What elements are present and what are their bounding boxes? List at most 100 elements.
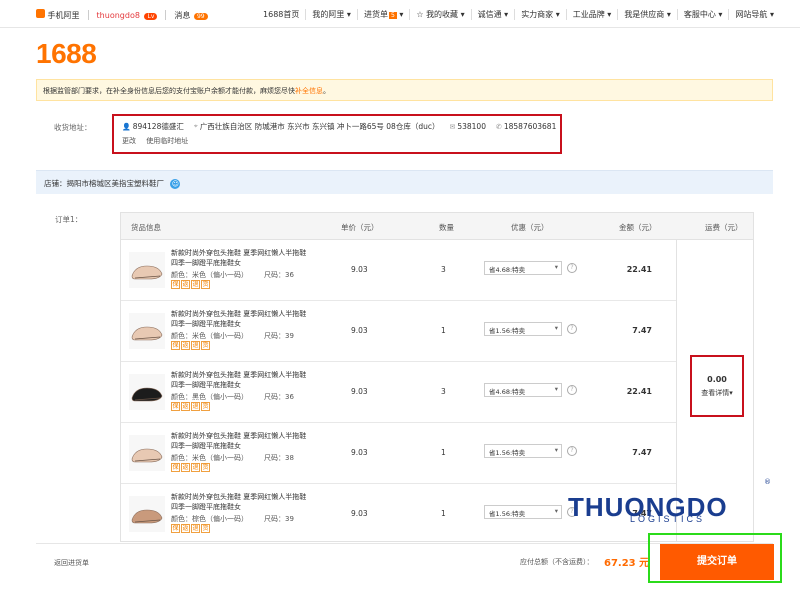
product-size: 尺码：39 bbox=[264, 515, 294, 523]
product-thumbnail[interactable] bbox=[129, 374, 165, 410]
shop-name[interactable]: 店铺：揭阳市榕城区美指宝塑料鞋厂 bbox=[44, 179, 164, 188]
product-title[interactable]: 新款时尚外穿包头拖鞋 夏季网红懒人半拖鞋 四季一脚蹬平底拖鞋女 bbox=[171, 309, 311, 329]
nav-link-strong-merchants[interactable]: 实力商家 ▾ bbox=[515, 9, 567, 20]
header-product: 货品信息 bbox=[131, 223, 161, 232]
product-spec: 颜色：米色（偏小一码） 尺码：39 bbox=[171, 331, 294, 341]
nav-link-service-center[interactable]: 客服中心 ▾ bbox=[678, 9, 730, 20]
service-tag-icon[interactable]: 货 bbox=[201, 280, 210, 289]
product-title[interactable]: 新款时尚外穿包头拖鞋 夏季网红懒人半拖鞋 四季一脚蹬平底拖鞋女 bbox=[171, 431, 311, 451]
line-amount: 22.41 bbox=[626, 387, 652, 396]
service-tag-icon[interactable]: 退 bbox=[191, 280, 200, 289]
discount-select[interactable]: 省4.68:特卖 bbox=[484, 261, 562, 275]
change-address-link[interactable]: 更改 bbox=[122, 137, 136, 145]
star-icon: ☆ bbox=[416, 10, 424, 19]
mobile-ali-label: 手机阿里 bbox=[47, 11, 80, 20]
product-size: 尺码：36 bbox=[264, 271, 294, 279]
product-title[interactable]: 新款时尚外穿包头拖鞋 夏季网红懒人半拖鞋 四季一脚蹬平底拖鞋女 bbox=[171, 248, 311, 268]
user-menu[interactable]: thuongdo8 Lv bbox=[97, 11, 158, 20]
brand-logo[interactable]: 1688 bbox=[36, 38, 97, 70]
postal-code: 538100 bbox=[457, 122, 486, 131]
use-temp-address-link[interactable]: 使用临时地址 bbox=[146, 137, 188, 145]
product-thumbnail[interactable] bbox=[129, 496, 165, 532]
unit-price: 9.03 bbox=[351, 265, 368, 274]
discount-select[interactable]: 省4.68:特卖 bbox=[484, 383, 562, 397]
address-actions: 更改 使用临时地址 bbox=[122, 136, 552, 146]
messages-count-badge: 99 bbox=[193, 12, 208, 20]
service-tag-icon[interactable]: 保 bbox=[171, 524, 180, 533]
order-label: 订单1： bbox=[55, 215, 83, 224]
nav-link-cart[interactable]: 进货单 5 ▾ bbox=[358, 9, 411, 20]
nav-link-favorites[interactable]: ☆ 我的收藏 ▾ bbox=[410, 9, 472, 20]
quantity: 1 bbox=[441, 326, 446, 335]
service-tag-icon[interactable]: 退 bbox=[191, 402, 200, 411]
service-tag-icon[interactable]: 退 bbox=[191, 341, 200, 350]
service-tag-icon[interactable]: 返 bbox=[181, 402, 190, 411]
nav-label: 我是供应商 bbox=[624, 10, 665, 19]
product-thumbnail[interactable] bbox=[129, 313, 165, 349]
product-title[interactable]: 新款时尚外穿包头拖鞋 夏季网红懒人半拖鞋 四季一脚蹬平底拖鞋女 bbox=[171, 370, 311, 390]
discount-select[interactable]: 省1.56:特卖 bbox=[484, 322, 562, 336]
nav-label: 我的阿里 bbox=[312, 10, 345, 19]
help-icon[interactable]: ? bbox=[567, 446, 577, 456]
unit-price: 9.03 bbox=[351, 387, 368, 396]
service-tags: 保返退货 bbox=[171, 463, 210, 472]
service-tag-icon[interactable]: 货 bbox=[201, 463, 210, 472]
top-navigation: 手机阿里 thuongdo8 Lv 消息 99 1688首页 我的阿里 ▾ 进货… bbox=[0, 0, 800, 28]
shipping-detail-toggle[interactable]: 查看详情▾ bbox=[692, 388, 742, 398]
order-item-row: 新款时尚外穿包头拖鞋 夏季网红懒人半拖鞋 四季一脚蹬平底拖鞋女 颜色：黑色（偏小一… bbox=[121, 362, 676, 423]
product-thumbnail[interactable] bbox=[129, 252, 165, 288]
shipping-detail-label: 查看详情 bbox=[701, 389, 730, 397]
nav-link-industrial-brands[interactable]: 工业品牌 ▾ bbox=[567, 9, 619, 20]
mail-icon: ✉ bbox=[449, 122, 456, 131]
address-line: 👤 894128德盛汇 ⌖ 广西壮族自治区 防城港市 东兴市 东兴镇 冲卜一路6… bbox=[122, 121, 556, 132]
nav-label: 客服中心 bbox=[683, 10, 716, 19]
service-tag-icon[interactable]: 保 bbox=[171, 402, 180, 411]
nav-label: 工业品牌 bbox=[572, 10, 605, 19]
nav-link-site-nav[interactable]: 网站导航 ▾ bbox=[729, 9, 780, 20]
shop-bar: 店铺：揭阳市榕城区美指宝塑料鞋厂 ☺ bbox=[36, 170, 773, 194]
service-tag-icon[interactable]: 退 bbox=[191, 524, 200, 533]
help-icon[interactable]: ? bbox=[567, 324, 577, 334]
caret-down-icon: ▾ bbox=[729, 389, 733, 397]
discount-select[interactable]: 省1.56:特卖 bbox=[484, 444, 562, 458]
shipping-fee-value: 0.00 bbox=[707, 375, 727, 384]
service-tag-icon[interactable]: 返 bbox=[181, 463, 190, 472]
service-tag-icon[interactable]: 返 bbox=[181, 341, 190, 350]
service-tag-icon[interactable]: 退 bbox=[191, 463, 200, 472]
service-tag-icon[interactable]: 货 bbox=[201, 524, 210, 533]
service-tag-icon[interactable]: 返 bbox=[181, 280, 190, 289]
watermark-subtitle: LOGISTICS bbox=[630, 514, 706, 524]
wangwang-chat-icon[interactable]: ☺ bbox=[170, 179, 181, 189]
help-icon[interactable]: ? bbox=[567, 385, 577, 395]
notice-suffix: 。 bbox=[323, 87, 330, 95]
complete-info-link[interactable]: 补全信息 bbox=[295, 87, 323, 95]
service-tag-icon[interactable]: 返 bbox=[181, 524, 190, 533]
nav-link-my-ali[interactable]: 我的阿里 ▾ bbox=[306, 9, 358, 20]
product-title[interactable]: 新款时尚外穿包头拖鞋 夏季网红懒人半拖鞋 四季一脚蹬平底拖鞋女 bbox=[171, 492, 311, 512]
back-to-cart-link[interactable]: 返回进货单 bbox=[54, 558, 89, 568]
service-tag-icon[interactable]: 保 bbox=[171, 463, 180, 472]
shipping-address-section: 收货地址： 👤 894128德盛汇 ⌖ 广西壮族自治区 防城港市 东兴市 东兴镇… bbox=[36, 108, 773, 158]
messages-link[interactable]: 消息 99 bbox=[174, 10, 208, 21]
unit-price: 9.03 bbox=[351, 509, 368, 518]
cart-count-badge: 5 bbox=[388, 12, 397, 19]
unit-price: 9.03 bbox=[351, 326, 368, 335]
nav-link-1688-home[interactable]: 1688首页 bbox=[257, 9, 307, 20]
service-tag-icon[interactable]: 保 bbox=[171, 280, 180, 289]
nav-link-chengxintong[interactable]: 诚信通 ▾ bbox=[472, 9, 516, 20]
submit-order-button[interactable]: 提交订单 bbox=[660, 544, 774, 580]
service-tag-icon[interactable]: 货 bbox=[201, 402, 210, 411]
mobile-ali-link[interactable]: 手机阿里 bbox=[36, 9, 80, 21]
header-price: 单价（元） bbox=[341, 223, 379, 232]
product-color: 颜色：米色（偏小一码） bbox=[171, 271, 248, 279]
header-shipping: 运费（元） bbox=[705, 223, 743, 232]
service-tag-icon[interactable]: 保 bbox=[171, 341, 180, 350]
address-card[interactable]: 👤 894128德盛汇 ⌖ 广西壮族自治区 防城港市 东兴市 东兴镇 冲卜一路6… bbox=[112, 114, 562, 154]
product-thumbnail[interactable] bbox=[129, 435, 165, 471]
service-tag-icon[interactable]: 货 bbox=[201, 341, 210, 350]
help-icon[interactable]: ? bbox=[567, 263, 577, 273]
quantity: 3 bbox=[441, 387, 446, 396]
nav-link-supplier[interactable]: 我是供应商 ▾ bbox=[618, 9, 678, 20]
discount-select[interactable]: 省1.56:特卖 bbox=[484, 505, 562, 519]
line-amount: 7.47 bbox=[632, 326, 652, 335]
